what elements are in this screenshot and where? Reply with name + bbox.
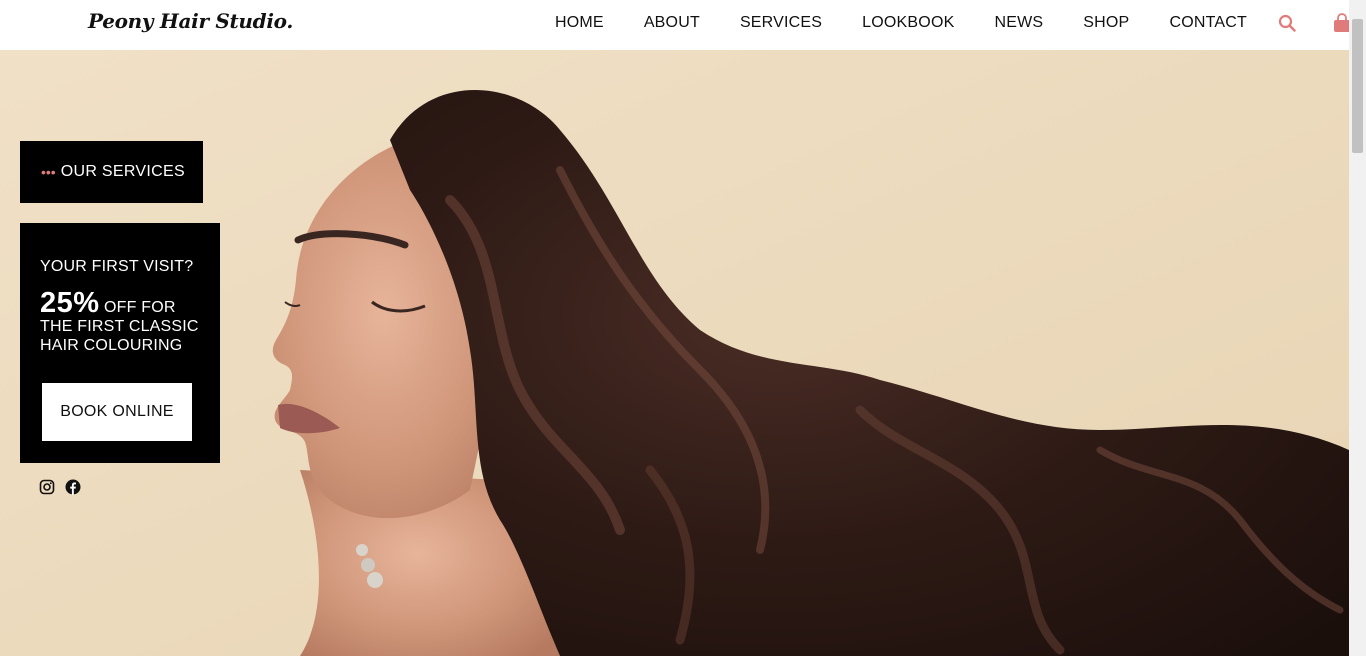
nav-item-home[interactable]: HOME (555, 14, 604, 32)
promo-percent: 25% (40, 287, 100, 319)
facebook-icon[interactable] (65, 479, 81, 495)
main-nav: HOME ABOUT SERVICES LOOKBOOK NEWS SHOP C… (555, 14, 1247, 32)
scrollbar-thumb[interactable] (1352, 19, 1363, 153)
promo-line-3: HAIR COLOURING (40, 337, 183, 354)
our-services-label: OUR SERVICES (60, 163, 185, 180)
nav-item-shop[interactable]: SHOP (1083, 14, 1129, 32)
site-header: Peony Hair Studio. HOME ABOUT SERVICES L… (0, 0, 1349, 50)
social-links (39, 479, 91, 495)
promo-off-text: OFF FOR (104, 299, 176, 316)
nav-item-contact[interactable]: CONTACT (1169, 14, 1247, 32)
first-visit-promo: YOUR FIRST VISIT? 25% OFF FOR THE FIRST … (20, 223, 220, 463)
nav-item-lookbook[interactable]: LOOKBOOK (862, 14, 954, 32)
shopping-bag-icon[interactable] (1333, 13, 1349, 33)
page-scrollbar[interactable] (1349, 0, 1366, 656)
book-online-button[interactable]: BOOK ONLINE (42, 383, 192, 441)
promo-offer: 25% OFF FOR (40, 289, 220, 318)
promo-line-2: THE FIRST CLASSIC (40, 318, 199, 335)
dots-icon: ••• (41, 164, 56, 180)
nav-item-about[interactable]: ABOUT (644, 14, 700, 32)
search-icon[interactable] (1278, 14, 1296, 32)
our-services-button[interactable]: ••• OUR SERVICES (20, 141, 203, 203)
promo-question: YOUR FIRST VISIT? (40, 258, 194, 275)
instagram-icon[interactable] (39, 479, 55, 495)
brand-logo[interactable]: Peony Hair Studio. (88, 9, 293, 33)
nav-item-services[interactable]: SERVICES (740, 14, 822, 32)
nav-item-news[interactable]: NEWS (994, 14, 1043, 32)
